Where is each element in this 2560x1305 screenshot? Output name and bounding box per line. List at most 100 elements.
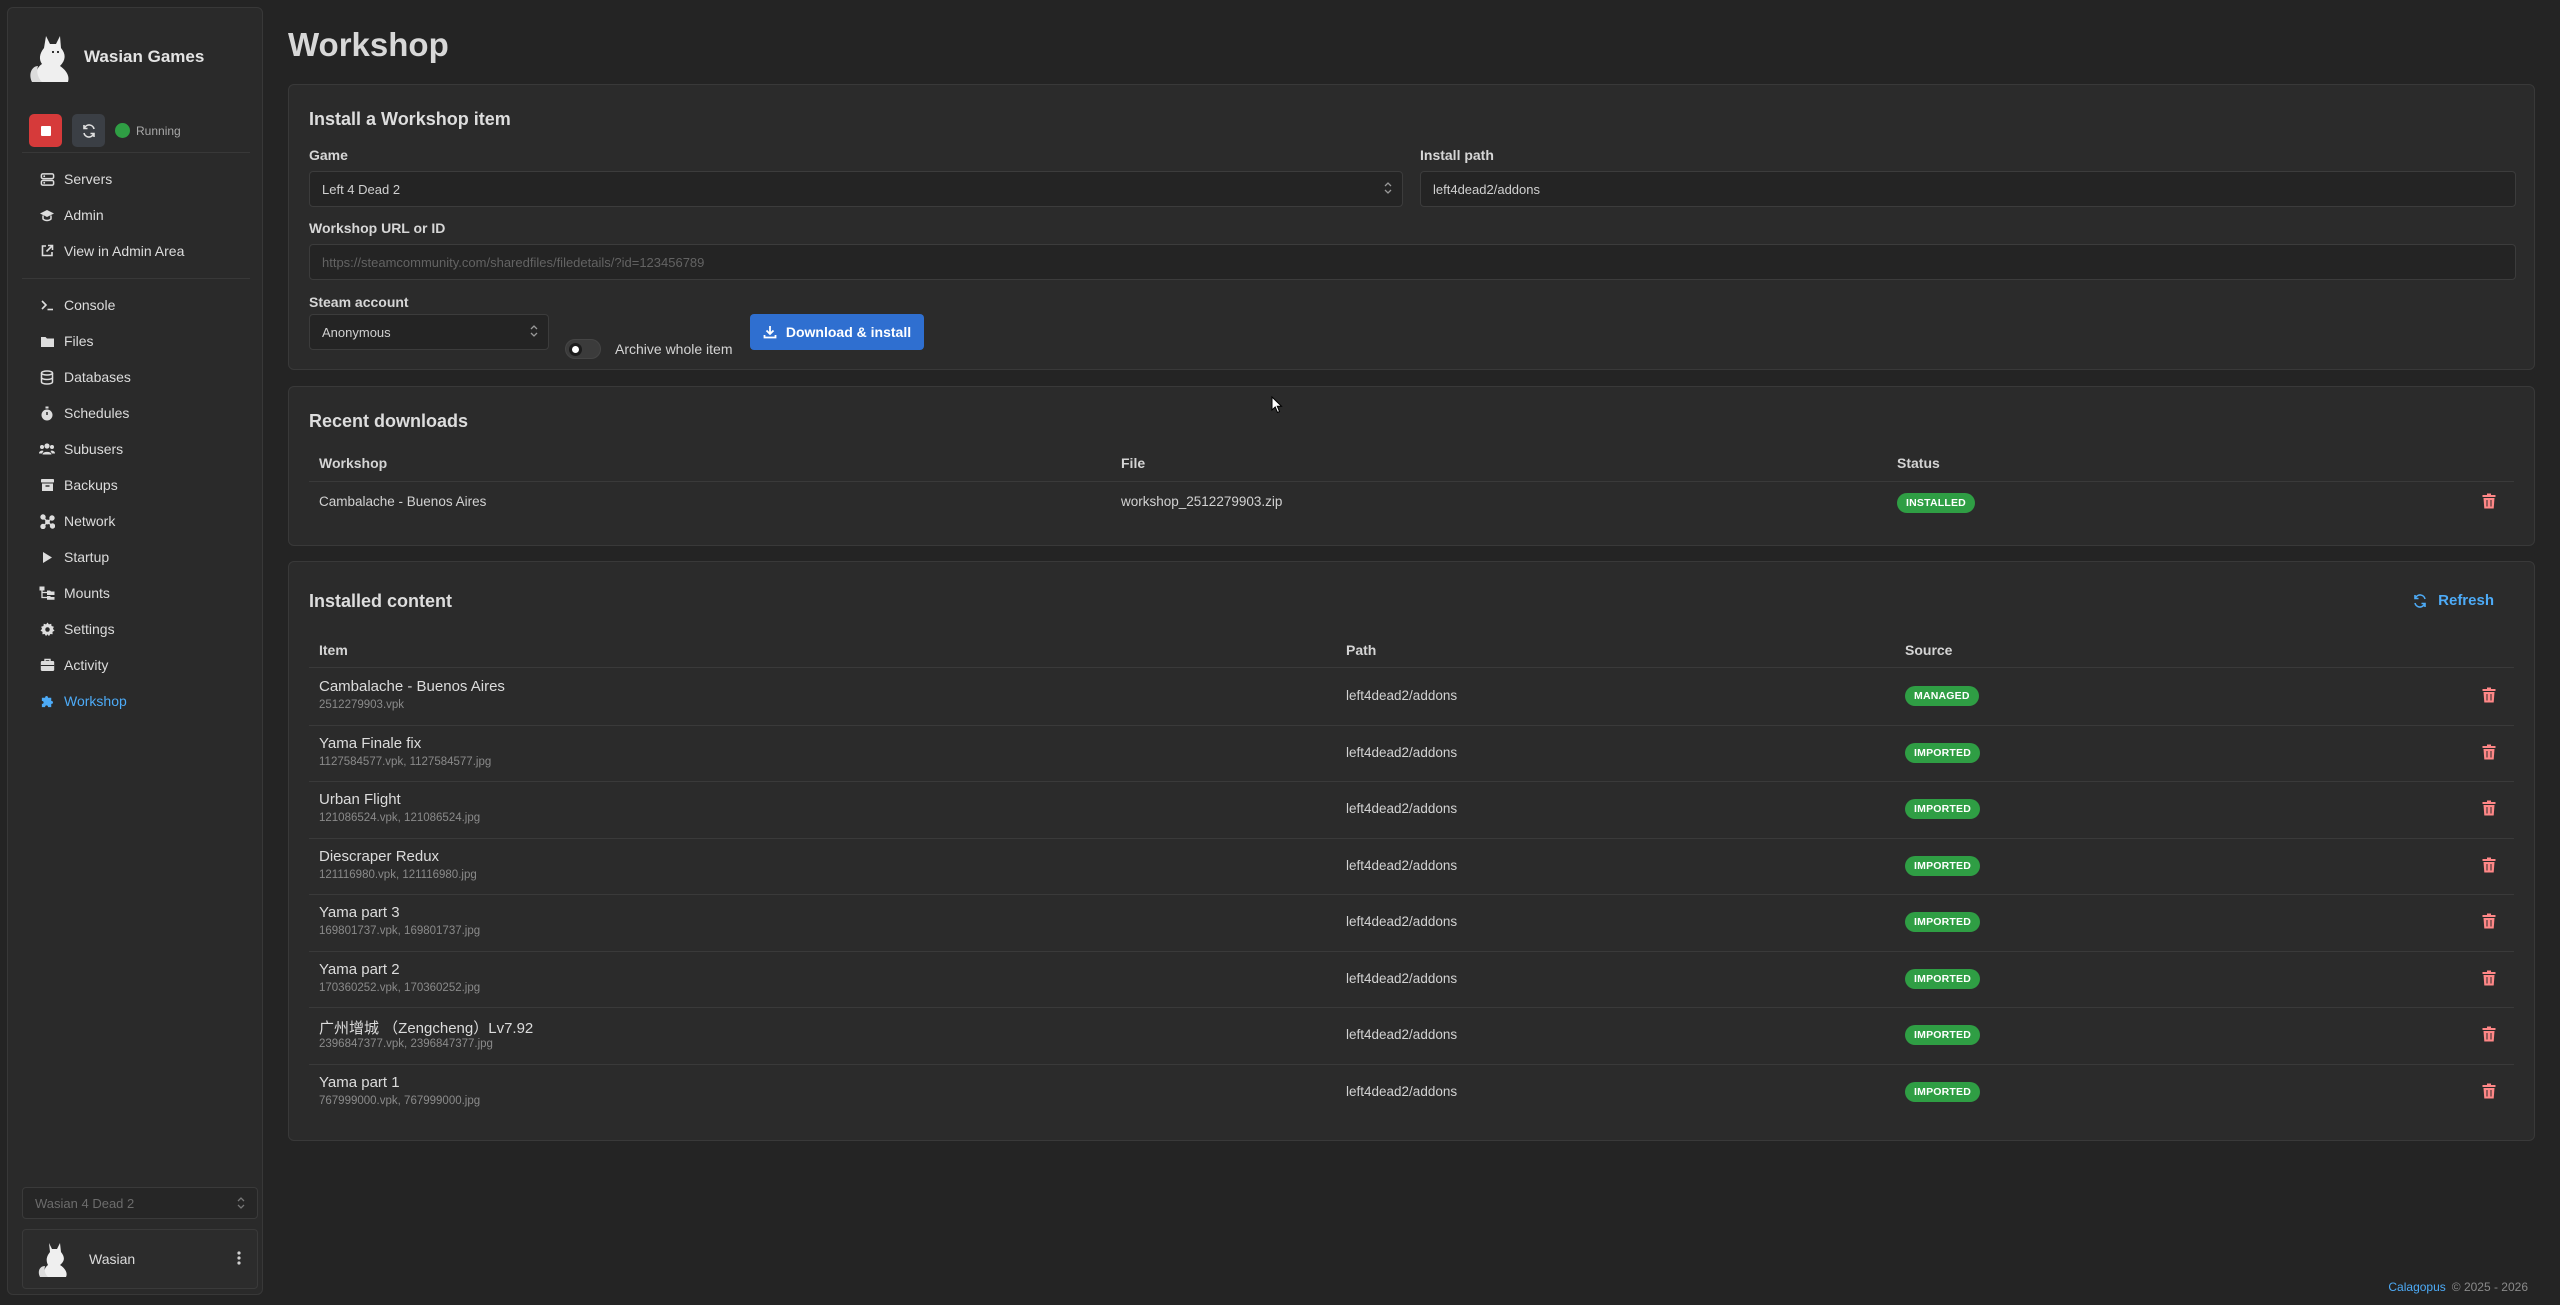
chevron-up-down-icon [530,325,538,337]
source-badge: IMPORTED [1905,968,1981,989]
sidebar-divider [22,278,250,279]
row-divider [309,1007,2514,1008]
path-cell: left4dead2/addons [1346,1027,1458,1042]
source-badge: MANAGED [1905,686,1979,706]
archive-whole-item-toggle[interactable] [565,339,601,359]
sidebar-item-admin-area[interactable]: View in Admin Area [38,242,184,260]
sidebar-item-startup[interactable]: Startup [38,548,109,566]
item-name: Yama part 2 [319,960,400,978]
footer-brand-link[interactable]: Calagopus [2388,1280,2445,1294]
refresh-button[interactable]: Refresh [2412,592,2494,609]
status-label: Running [136,123,181,138]
sidebar-item-schedules[interactable]: Schedules [38,404,129,422]
sidebar-item-label: Admin [64,207,104,223]
sidebar-item-mounts[interactable]: Mounts [38,584,110,602]
folder-icon [38,332,56,350]
restart-button[interactable] [72,114,105,147]
source-badge: IMPORTED [1905,799,1981,819]
trash-icon[interactable] [2482,1083,2496,1099]
trash-icon[interactable] [2482,1026,2496,1042]
stop-icon [40,125,51,136]
external-link-icon [38,242,56,260]
sidebar-item-label: Servers [64,171,113,187]
column-header-source: Source [1905,642,1953,658]
installed-content-card: Installed content Refresh Item Path Sour… [288,561,2535,1141]
trash-icon[interactable] [2482,800,2496,816]
item-name: Yama part 1 [319,1073,400,1091]
item-files: 767999000.vpk, 767999000.jpg [319,1094,481,1107]
workshop-cell: Cambalache - Buenos Aires [319,494,487,509]
steam-account-label: Steam account [309,294,409,310]
sidebar-item-databases[interactable]: Databases [38,368,131,386]
game-select[interactable]: Left 4 Dead 2 [309,171,1403,207]
puzzle-icon [38,692,56,710]
trash-icon[interactable] [2482,913,2496,929]
user-menu[interactable]: Wasian [22,1229,258,1289]
status-badge: INSTALLED [1897,493,1975,513]
path-cell: left4dead2/addons [1346,970,1458,986]
sidebar-item-backups[interactable]: Backups [38,476,118,494]
game-label: Game [309,147,348,163]
trash-icon[interactable] [2482,687,2496,703]
item-files: 170360252.vpk, 170360252.jpg [319,981,481,994]
gear-icon [38,620,56,638]
sidebar-item-label: Backups [64,477,118,493]
steam-account-value: Anonymous [322,324,391,340]
card-title: Installed content [309,591,453,611]
trash-icon[interactable] [2482,970,2496,986]
stop-button[interactable] [29,114,62,147]
sidebar-item-console[interactable]: Console [38,296,115,314]
status-dot [115,123,130,138]
sidebar-item-label: Files [64,333,94,349]
sidebar-item-files[interactable]: Files [38,332,94,350]
trash-icon[interactable] [2482,857,2496,873]
sidebar-item-label: Workshop [64,693,127,709]
users-icon [38,440,56,458]
path-cell: left4dead2/addons [1346,1083,1458,1099]
sidebar-item-activity[interactable]: Activity [38,656,108,674]
download-install-button[interactable]: Download & install [750,314,924,350]
item-name: Yama part 3 [319,904,400,921]
row-divider [309,724,2514,726]
server-select[interactable]: Wasian 4 Dead 2 [22,1187,258,1219]
sidebar-item-workshop[interactable]: Workshop [38,692,127,710]
sidebar-item-label: Mounts [64,585,110,601]
path-cell: left4dead2/addons [1346,688,1458,703]
column-header-status: Status [1897,455,1940,471]
archive-whole-item-label: Archive whole item [615,341,733,357]
archive-icon [38,476,56,494]
folder-tree-icon [38,584,56,602]
workshop-url-placeholder: https://steamcommunity.com/sharedfiles/f… [322,254,705,270]
column-header-item: Item [319,642,348,658]
trash-icon[interactable] [2482,744,2496,760]
card-title: Recent downloads [309,411,469,431]
source-badge: IMPORTED [1905,742,1981,763]
item-name: Urban Flight [319,791,401,808]
game-select-value: Left 4 Dead 2 [322,181,401,197]
file-cell: workshop_2512279903.zip [1121,494,1283,509]
install-path-input[interactable]: left4dead2/addons [1420,171,2516,207]
sidebar-item-label: Databases [64,369,131,385]
item-files: 121086524.vpk, 121086524.jpg [319,812,481,824]
trash-icon[interactable] [2482,493,2496,509]
workshop-url-label: Workshop URL or ID [309,220,446,236]
path-cell: left4dead2/addons [1346,914,1458,929]
item-name: Cambalache - Buenos Aires [319,678,505,695]
item-files: 169801737.vpk, 169801737.jpg [319,925,481,937]
sidebar-item-servers[interactable]: Servers [38,170,112,188]
sidebar-item-admin[interactable]: Admin [38,206,104,224]
sidebar-item-subusers[interactable]: Subusers [38,440,123,458]
sidebar-item-settings[interactable]: Settings [38,620,115,638]
sidebar-item-network[interactable]: Network [38,512,115,530]
network-icon [38,512,56,530]
steam-account-select[interactable]: Anonymous [309,314,549,350]
path-cell: left4dead2/addons [1346,744,1458,760]
source-badge: IMPORTED [1905,1081,1981,1102]
item-files: 2512279903.vpk [319,699,405,711]
install-path-label: Install path [1420,147,1494,163]
install-workshop-card: Install a Workshop item Game Left 4 Dead… [288,84,2535,370]
more-vertical-icon[interactable] [237,1250,241,1266]
row-divider [309,1063,2514,1065]
brand[interactable]: Wasian Games [26,30,204,84]
workshop-url-input[interactable]: https://steamcommunity.com/sharedfiles/f… [309,244,2516,280]
